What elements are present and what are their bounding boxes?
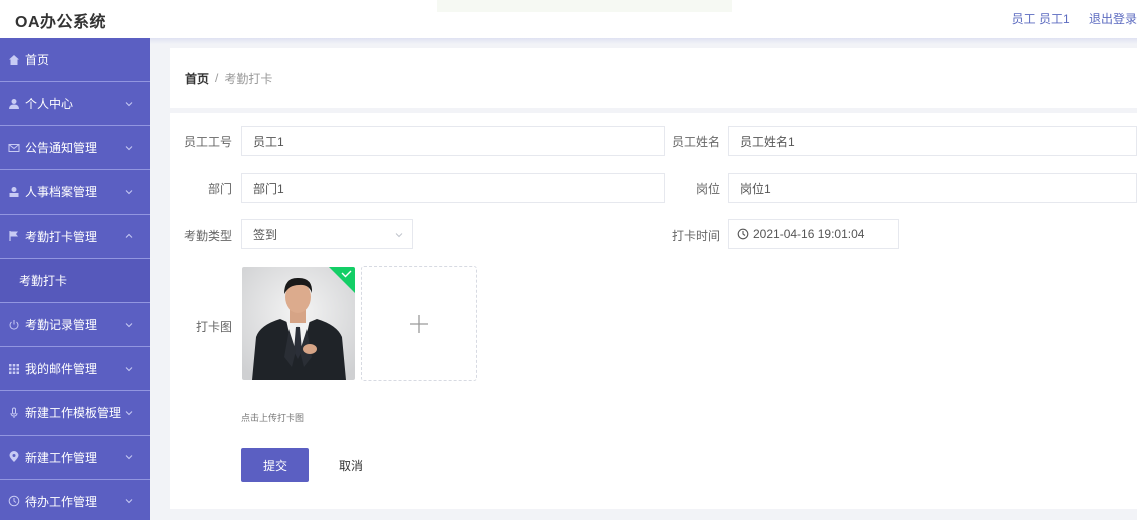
time-label: 打卡时间 [671,229,720,243]
chevron-down-icon [125,322,133,327]
submit-button[interactable]: 提交 [241,448,309,482]
sidebar-subitem-checkin[interactable]: 考勤打卡 [0,258,150,303]
sidebar-item-label: 考勤打卡 [19,273,68,288]
photo-label: 打卡图 [195,320,232,334]
chevron-down-icon [395,233,403,238]
sidebar-item-label: 新建工作模板管理 [25,406,122,421]
dept-label: 部门 [207,182,232,196]
sidebar-item-label: 新建工作管理 [25,450,98,465]
chevron-down-icon [125,145,133,150]
chevron-down-icon [125,190,133,195]
success-check-icon [329,267,355,293]
sidebar-item-label: 首页 [25,53,50,67]
upload-add-button[interactable] [361,266,477,381]
grid-icon [7,362,21,376]
sidebar-item-records[interactable]: 考勤记录管理 [0,303,150,348]
clock-icon [7,494,21,508]
emp-no-field[interactable]: 员工1 [241,126,665,156]
sidebar-item-label: 个人中心 [25,97,74,112]
sidebar-item-attendance[interactable]: 考勤打卡管理 [0,215,150,259]
post-field[interactable]: 岗位1 [728,173,1137,203]
chevron-down-icon [125,411,133,416]
logout-link[interactable]: 退出登录 [1089,10,1137,27]
person-icon [7,185,21,199]
emp-no-label: 员工工号 [183,135,232,149]
sidebar-item-todo[interactable]: 待办工作管理 [0,480,150,520]
dept-field[interactable]: 部门1 [241,173,665,203]
sidebar-item-label: 考勤记录管理 [25,318,98,333]
breadcrumb-separator: / [215,71,219,85]
type-select[interactable]: 签到 [241,219,413,249]
top-notice-strip [437,0,732,12]
clock-icon [737,228,749,240]
breadcrumb-current: 考勤打卡 [224,71,273,86]
sidebar-item-label: 公告通知管理 [25,141,98,156]
breadcrumb-home[interactable]: 首页 [185,70,209,87]
mail-icon [7,141,21,155]
sidebar-item-home[interactable]: 首页 [0,38,150,82]
mic-icon [7,406,21,420]
time-value: 2021-04-16 19:01:04 [753,227,865,241]
emp-name-field[interactable]: 员工姓名1 [728,126,1137,156]
sidebar: 首页 个人中心 公告通知管理 人事档案管理 考勤打卡管理 考勤打卡 考勤记录管理… [0,38,150,520]
chevron-down-icon [125,455,133,460]
top-header: OA办公系统 员工 员工1 退出登录 [0,0,1137,38]
user-area: 员工 员工1 退出登录 [1012,10,1137,27]
chevron-down-icon [125,101,133,106]
type-label: 考勤类型 [183,229,232,243]
chevron-down-icon [125,366,133,371]
plus-icon [410,314,428,333]
sidebar-item-notice[interactable]: 公告通知管理 [0,126,150,171]
emp-name-value: 员工姓名1 [740,134,795,149]
sidebar-item-mail[interactable]: 我的邮件管理 [0,347,150,392]
user-name: 员工1 [1038,12,1070,26]
dept-value: 部门1 [253,181,284,196]
time-picker[interactable]: 2021-04-16 19:01:04 [728,219,899,249]
emp-no-value: 员工1 [253,134,284,149]
cancel-button[interactable]: 取消 [322,448,380,482]
home-icon [7,53,21,67]
post-value: 岗位1 [740,181,771,196]
emp-name-label: 员工姓名 [671,135,720,149]
chevron-down-icon [125,499,133,504]
sidebar-item-label: 我的邮件管理 [25,362,98,377]
sidebar-item-profile[interactable]: 个人中心 [0,82,150,127]
flag-icon [7,229,21,243]
sidebar-item-template[interactable]: 新建工作模板管理 [0,391,150,436]
app-title: OA办公系统 [15,14,107,31]
user-icon [7,97,21,111]
power-icon [7,318,21,332]
location-icon [7,450,21,464]
sidebar-item-label: 待办工作管理 [25,494,98,509]
header-shadow [150,38,1137,44]
sidebar-item-label: 人事档案管理 [25,185,98,200]
checkin-photo-preview[interactable] [242,267,355,380]
sidebar-item-work[interactable]: 新建工作管理 [0,436,150,480]
breadcrumb: 首页 / 考勤打卡 [170,48,1137,108]
post-label: 岗位 [695,182,720,196]
sidebar-item-label: 考勤打卡管理 [25,229,98,244]
user-role: 员工 [1011,12,1036,26]
type-value: 签到 [253,227,278,242]
sidebar-item-hr[interactable]: 人事档案管理 [0,170,150,215]
chevron-up-icon [125,233,133,239]
upload-tip: 点击上传打卡图 [241,413,305,423]
